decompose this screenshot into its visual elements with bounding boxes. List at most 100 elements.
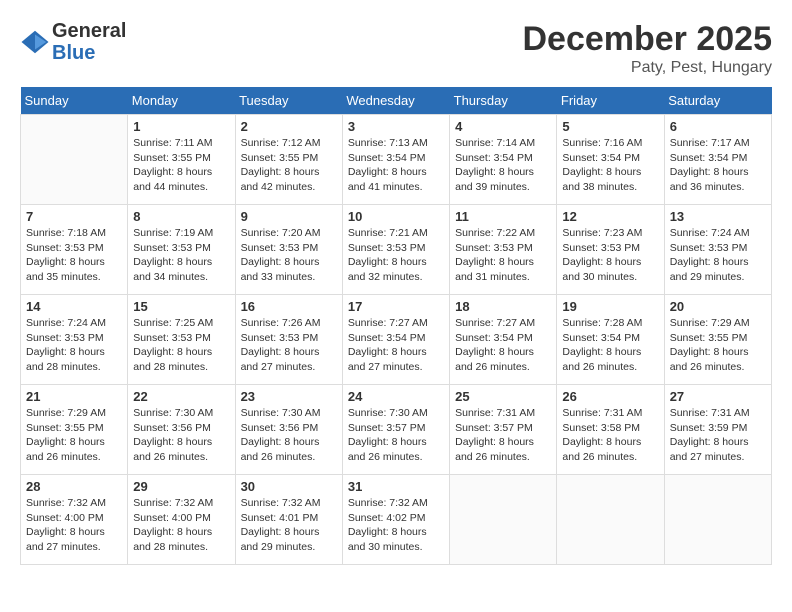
day-info: Sunrise: 7:24 AMSunset: 3:53 PMDaylight:… — [26, 316, 122, 375]
day-info: Sunrise: 7:31 AMSunset: 3:58 PMDaylight:… — [562, 406, 658, 465]
calendar-table: SundayMondayTuesdayWednesdayThursdayFrid… — [20, 87, 772, 565]
day-number: 16 — [241, 299, 337, 314]
day-number: 12 — [562, 209, 658, 224]
calendar-cell: 13 Sunrise: 7:24 AMSunset: 3:53 PMDayligh… — [664, 205, 771, 295]
month-title: December 2025 — [522, 20, 772, 59]
day-info: Sunrise: 7:32 AMSunset: 4:00 PMDaylight:… — [26, 496, 122, 555]
calendar-cell: 10Sunrise: 7:21 AMSunset: 3:53 PMDayligh… — [342, 205, 449, 295]
calendar-cell: 28 Sunrise: 7:32 AMSunset: 4:00 PMDayligh… — [21, 475, 128, 565]
weekday-header-row: SundayMondayTuesdayWednesdayThursdayFrid… — [21, 87, 772, 115]
day-number: 28 — [26, 479, 122, 494]
calendar-cell: 22Sunrise: 7:30 AMSunset: 3:56 PMDayligh… — [128, 385, 235, 475]
day-info: Sunrise: 7:18 AMSunset: 3:53 PMDaylight:… — [26, 226, 122, 285]
calendar-cell: 17 Sunrise: 7:27 AMSunset: 3:54 PMDayligh… — [342, 295, 449, 385]
day-number: 27 — [670, 389, 766, 404]
calendar-cell: 25 Sunrise: 7:31 AMSunset: 3:57 PMDayligh… — [450, 385, 557, 475]
day-number: 8 — [133, 209, 229, 224]
day-number: 9 — [241, 209, 337, 224]
calendar-cell: 21Sunrise: 7:29 AMSunset: 3:55 PMDayligh… — [21, 385, 128, 475]
logo-line2: Blue — [52, 42, 126, 64]
day-number: 17 — [348, 299, 444, 314]
day-info: Sunrise: 7:14 AMSunset: 3:54 PMDaylight:… — [455, 136, 551, 195]
calendar-cell: 4 Sunrise: 7:14 AMSunset: 3:54 PMDaylight… — [450, 115, 557, 205]
day-number: 30 — [241, 479, 337, 494]
calendar-cell — [664, 475, 771, 565]
day-number: 13 — [670, 209, 766, 224]
day-number: 3 — [348, 119, 444, 134]
calendar-cell: 24 Sunrise: 7:30 AMSunset: 3:57 PMDayligh… — [342, 385, 449, 475]
calendar-week-3: 14 Sunrise: 7:24 AMSunset: 3:53 PMDayligh… — [21, 295, 772, 385]
day-number: 24 — [348, 389, 444, 404]
day-info: Sunrise: 7:26 AMSunset: 3:53 PMDaylight:… — [241, 316, 337, 375]
calendar-cell: 29Sunrise: 7:32 AMSunset: 4:00 PMDayligh… — [128, 475, 235, 565]
day-info: Sunrise: 7:16 AMSunset: 3:54 PMDaylight:… — [562, 136, 658, 195]
day-number: 11 — [455, 209, 551, 224]
day-info: Sunrise: 7:29 AMSunset: 3:55 PMDaylight:… — [670, 316, 766, 375]
calendar-cell: 1 Sunrise: 7:11 AMSunset: 3:55 PMDaylight… — [128, 115, 235, 205]
day-number: 26 — [562, 389, 658, 404]
calendar-week-5: 28 Sunrise: 7:32 AMSunset: 4:00 PMDayligh… — [21, 475, 772, 565]
day-number: 25 — [455, 389, 551, 404]
calendar-cell: 9 Sunrise: 7:20 AMSunset: 3:53 PMDaylight… — [235, 205, 342, 295]
calendar-cell: 30 Sunrise: 7:32 AMSunset: 4:01 PMDayligh… — [235, 475, 342, 565]
day-info: Sunrise: 7:27 AMSunset: 3:54 PMDaylight:… — [348, 316, 444, 375]
day-info: Sunrise: 7:11 AMSunset: 3:55 PMDaylight:… — [133, 136, 229, 195]
calendar-cell: 20Sunrise: 7:29 AMSunset: 3:55 PMDayligh… — [664, 295, 771, 385]
day-info: Sunrise: 7:28 AMSunset: 3:54 PMDaylight:… — [562, 316, 658, 375]
day-number: 31 — [348, 479, 444, 494]
calendar-cell: 3 Sunrise: 7:13 AMSunset: 3:54 PMDaylight… — [342, 115, 449, 205]
logo-icon — [20, 27, 50, 57]
calendar-cell: 8 Sunrise: 7:19 AMSunset: 3:53 PMDaylight… — [128, 205, 235, 295]
calendar-cell: 26 Sunrise: 7:31 AMSunset: 3:58 PMDayligh… — [557, 385, 664, 475]
calendar-week-1: 1 Sunrise: 7:11 AMSunset: 3:55 PMDaylight… — [21, 115, 772, 205]
calendar-cell — [21, 115, 128, 205]
calendar-cell: 2Sunrise: 7:12 AMSunset: 3:55 PMDaylight… — [235, 115, 342, 205]
logo-line1: General — [52, 20, 126, 42]
calendar-cell: 7 Sunrise: 7:18 AMSunset: 3:53 PMDaylight… — [21, 205, 128, 295]
day-info: Sunrise: 7:32 AMSunset: 4:01 PMDaylight:… — [241, 496, 337, 555]
day-number: 7 — [26, 209, 122, 224]
day-info: Sunrise: 7:31 AMSunset: 3:59 PMDaylight:… — [670, 406, 766, 465]
calendar-cell: 5Sunrise: 7:16 AMSunset: 3:54 PMDaylight… — [557, 115, 664, 205]
day-info: Sunrise: 7:25 AMSunset: 3:53 PMDaylight:… — [133, 316, 229, 375]
calendar-week-2: 7 Sunrise: 7:18 AMSunset: 3:53 PMDaylight… — [21, 205, 772, 295]
day-number: 10 — [348, 209, 444, 224]
day-info: Sunrise: 7:30 AMSunset: 3:57 PMDaylight:… — [348, 406, 444, 465]
location-title: Paty, Pest, Hungary — [522, 59, 772, 77]
weekday-header-thursday: Thursday — [450, 87, 557, 115]
day-number: 14 — [26, 299, 122, 314]
calendar-cell: 6Sunrise: 7:17 AMSunset: 3:54 PMDaylight… — [664, 115, 771, 205]
day-number: 4 — [455, 119, 551, 134]
calendar-cell: 14 Sunrise: 7:24 AMSunset: 3:53 PMDayligh… — [21, 295, 128, 385]
calendar-cell: 23Sunrise: 7:30 AMSunset: 3:56 PMDayligh… — [235, 385, 342, 475]
logo: General Blue — [20, 20, 126, 64]
calendar-cell: 18Sunrise: 7:27 AMSunset: 3:54 PMDayligh… — [450, 295, 557, 385]
day-number: 15 — [133, 299, 229, 314]
day-info: Sunrise: 7:24 AMSunset: 3:53 PMDaylight:… — [670, 226, 766, 285]
day-number: 29 — [133, 479, 229, 494]
day-info: Sunrise: 7:20 AMSunset: 3:53 PMDaylight:… — [241, 226, 337, 285]
day-info: Sunrise: 7:19 AMSunset: 3:53 PMDaylight:… — [133, 226, 229, 285]
calendar-cell: 15 Sunrise: 7:25 AMSunset: 3:53 PMDayligh… — [128, 295, 235, 385]
title-block: December 2025 Paty, Pest, Hungary — [522, 20, 772, 77]
weekday-header-tuesday: Tuesday — [235, 87, 342, 115]
calendar-cell — [557, 475, 664, 565]
calendar-cell: 19Sunrise: 7:28 AMSunset: 3:54 PMDayligh… — [557, 295, 664, 385]
calendar-cell: 11Sunrise: 7:22 AMSunset: 3:53 PMDayligh… — [450, 205, 557, 295]
weekday-header-wednesday: Wednesday — [342, 87, 449, 115]
day-number: 23 — [241, 389, 337, 404]
day-info: Sunrise: 7:30 AMSunset: 3:56 PMDaylight:… — [133, 406, 229, 465]
day-info: Sunrise: 7:23 AMSunset: 3:53 PMDaylight:… — [562, 226, 658, 285]
calendar-body: 1 Sunrise: 7:11 AMSunset: 3:55 PMDaylight… — [21, 115, 772, 565]
day-info: Sunrise: 7:29 AMSunset: 3:55 PMDaylight:… — [26, 406, 122, 465]
day-info: Sunrise: 7:17 AMSunset: 3:54 PMDaylight:… — [670, 136, 766, 195]
weekday-header-saturday: Saturday — [664, 87, 771, 115]
day-info: Sunrise: 7:12 AMSunset: 3:55 PMDaylight:… — [241, 136, 337, 195]
calendar-cell — [450, 475, 557, 565]
day-number: 1 — [133, 119, 229, 134]
calendar-cell: 12 Sunrise: 7:23 AMSunset: 3:53 PMDayligh… — [557, 205, 664, 295]
day-info: Sunrise: 7:13 AMSunset: 3:54 PMDaylight:… — [348, 136, 444, 195]
calendar-cell: 16 Sunrise: 7:26 AMSunset: 3:53 PMDayligh… — [235, 295, 342, 385]
day-info: Sunrise: 7:31 AMSunset: 3:57 PMDaylight:… — [455, 406, 551, 465]
page-header: General Blue December 2025 Paty, Pest, H… — [20, 20, 772, 77]
